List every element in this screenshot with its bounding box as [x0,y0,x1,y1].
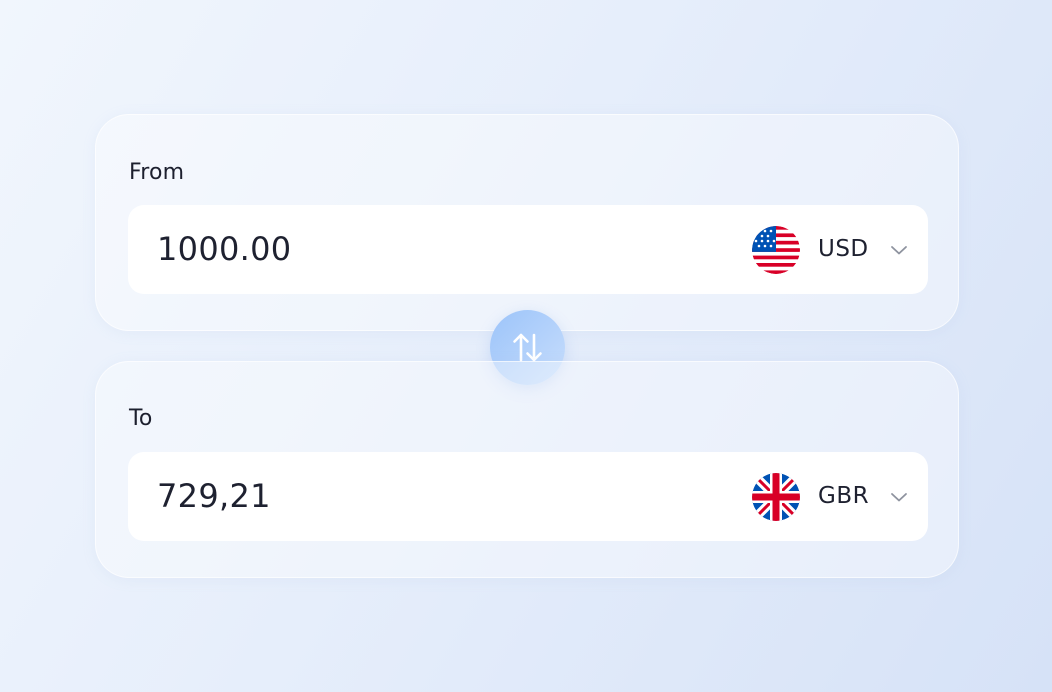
from-chevron-down-icon[interactable] [890,242,908,256]
to-amount-value[interactable]: 729,21 [157,452,271,541]
to-currency-code[interactable]: GBR [818,452,869,541]
from-amount-field[interactable]: 1000.00 USD [128,205,928,294]
from-amount-input[interactable]: 1000.00 [157,205,291,294]
from-label: From [129,160,185,185]
to-chevron-down-icon[interactable] [890,489,908,503]
to-amount-field[interactable]: 729,21 GBR [128,452,928,541]
us-flag-icon[interactable] [752,226,800,274]
from-card: From 1000.00 USD [95,114,959,331]
uk-flag-icon[interactable] [752,473,800,521]
to-card: To 729,21 GBR [95,361,959,578]
swap-arrows-icon [513,333,542,362]
from-currency-code[interactable]: USD [818,205,869,294]
to-label: To [129,406,153,431]
